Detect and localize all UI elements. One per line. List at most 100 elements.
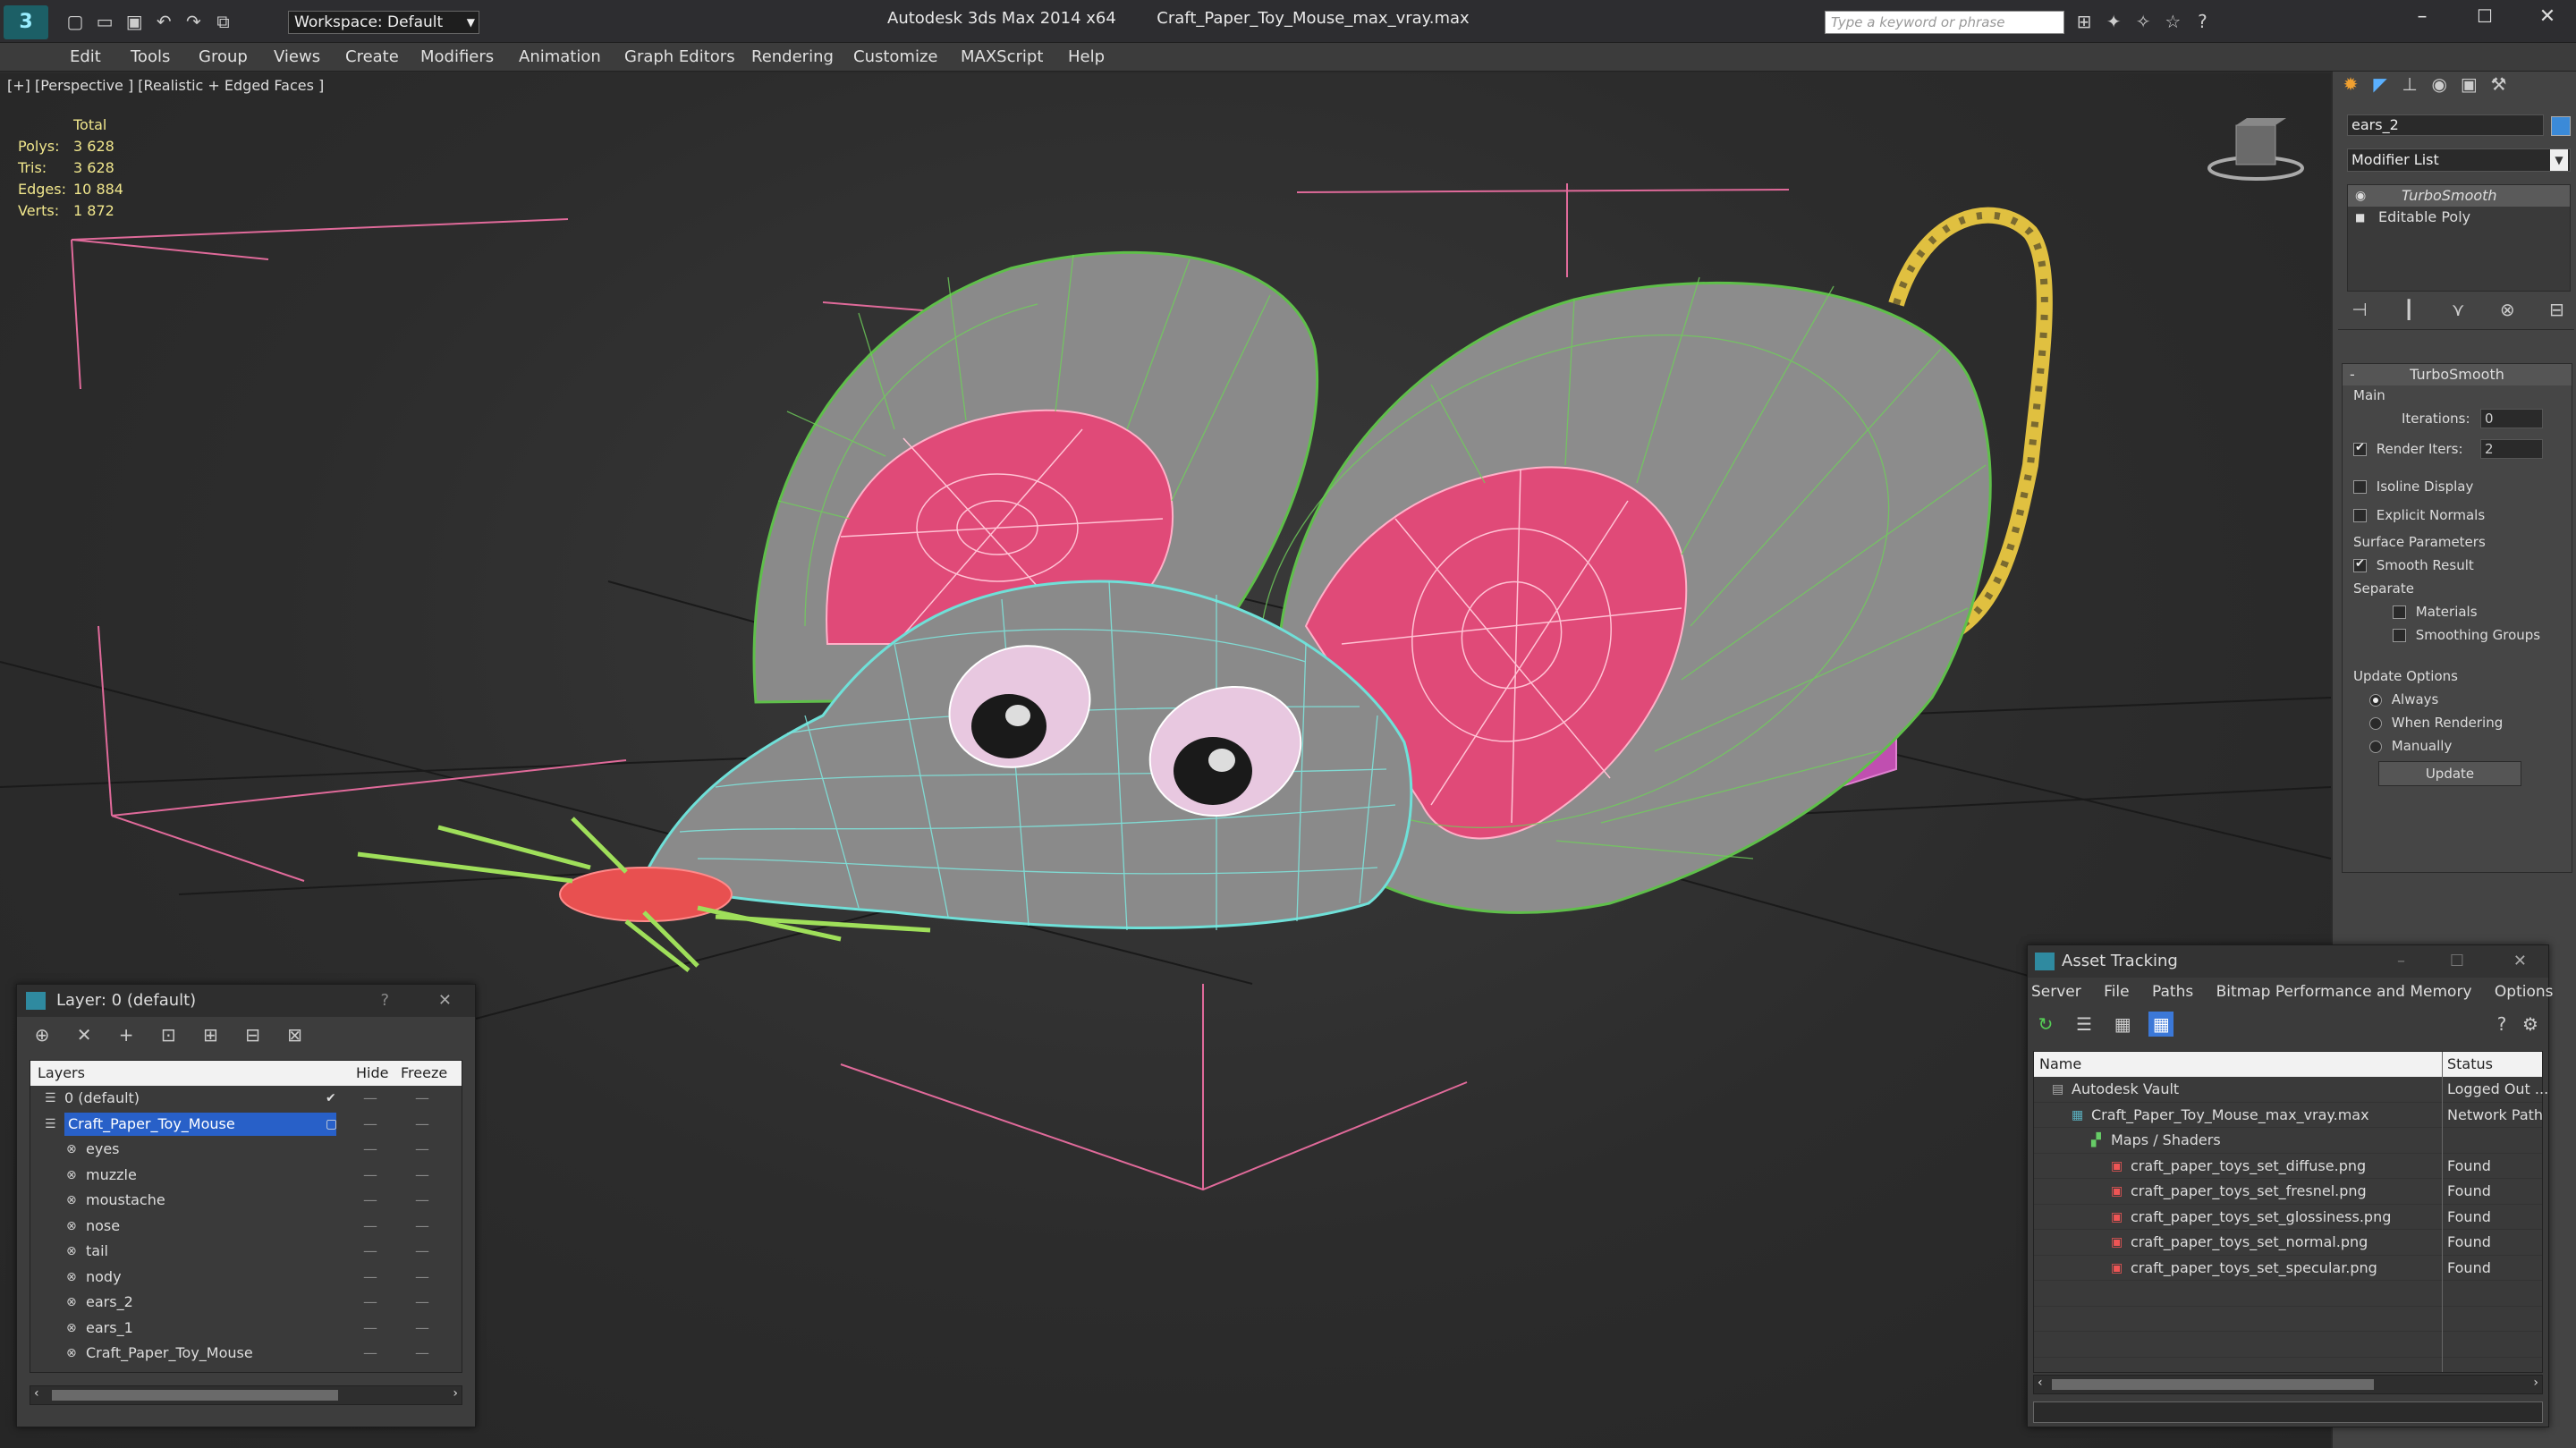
menu-graph-editors[interactable]: Graph Editors [624,43,735,72]
table-view-icon[interactable]: ▦ [2110,1012,2135,1037]
save-file-icon[interactable]: ▣ [122,9,147,34]
hide-toggle[interactable]: — [363,1239,377,1264]
close-icon[interactable]: ✕ [2513,945,2527,978]
manually-radio[interactable] [2369,740,2382,753]
explicit-normals-checkbox[interactable] [2353,509,2367,522]
maximize-button[interactable]: ☐ [2467,5,2503,34]
layer-row[interactable]: ⊗ moustache — — [30,1188,462,1214]
binoculars-icon[interactable]: ⊞ [2072,9,2097,34]
scroll-left-icon[interactable]: ‹ [2038,1376,2043,1390]
close-icon[interactable]: ✕ [438,985,452,1017]
favorites-star-icon[interactable]: ☆ [2160,9,2185,34]
asset-row[interactable]: ▞ Maps / Shaders [2034,1128,2542,1154]
layer-row[interactable]: ⊗ tail — — [30,1239,462,1265]
freeze-toggle[interactable]: — [415,1214,429,1239]
when-rendering-radio[interactable] [2369,716,2382,730]
list-view-icon[interactable]: ☰ [2072,1012,2097,1037]
freeze-toggle[interactable]: — [415,1112,429,1137]
layer-row[interactable]: ☰ Craft_Paper_Toy_Mouse ▢ — — [30,1112,462,1138]
menu-views[interactable]: Views [274,43,320,72]
hide-toggle[interactable]: — [363,1290,377,1315]
menu-animation[interactable]: Animation [519,43,601,72]
open-file-icon[interactable]: ▭ [92,9,117,34]
iterations-spinner[interactable]: 0 [2480,409,2543,428]
show-end-result-icon[interactable]: ┃ [2396,297,2421,322]
minimize-icon[interactable]: – [2397,945,2405,978]
communication-icon[interactable]: ✧ [2131,9,2156,34]
freeze-toggle[interactable]: — [415,1188,429,1213]
hide-toggle[interactable]: — [363,1265,377,1290]
freeze-toggle[interactable]: — [415,1316,429,1341]
freeze-toggle[interactable]: — [415,1290,429,1315]
search-input[interactable]: Type a keyword or phrase [1825,11,2064,34]
help-icon[interactable]: ? [2489,1012,2514,1037]
render-iters-checkbox[interactable] [2353,441,2367,456]
pin-stack-icon[interactable]: ⊣ [2347,297,2372,322]
stack-item-turbosmooth[interactable]: ◉ TurboSmooth [2348,185,2570,207]
menu-bitmap-performance[interactable]: Bitmap Performance and Memory [2216,983,2472,1001]
asset-row[interactable]: ▣ craft_paper_toys_set_normal.png Found [2034,1230,2542,1256]
make-unique-icon[interactable]: ⋎ [2445,297,2470,322]
lightbulb-icon[interactable]: ◉ [2355,185,2366,207]
motion-tab-icon[interactable]: ◉ [2427,72,2452,97]
hide-toggle[interactable]: — [363,1188,377,1213]
expand-icon[interactable]: ■ [2355,207,2365,228]
menu-maxscript[interactable]: MAXScript [961,43,1043,72]
grid-view-icon[interactable]: ▦ [2148,1012,2174,1037]
asset-row[interactable]: ▣ craft_paper_toys_set_diffuse.png Found [2034,1154,2542,1179]
object-name-field[interactable]: ears_2 [2347,114,2544,136]
create-tab-icon[interactable]: ✹ [2338,72,2363,97]
asset-row[interactable]: ▤ Autodesk Vault Logged Out ... [2034,1077,2548,1103]
dialog-titlebar[interactable]: Layer: 0 (default) ? ✕ [17,985,475,1017]
asset-path-field[interactable] [2033,1401,2543,1423]
smoothing-groups-checkbox[interactable] [2393,629,2406,642]
object-color-swatch[interactable] [2551,116,2571,136]
scroll-thumb[interactable] [2052,1379,2374,1390]
menu-tools[interactable]: Tools [131,43,170,72]
workspace-dropdown[interactable]: Workspace: Default ▼ [288,11,479,34]
horizontal-scrollbar[interactable]: ‹ › [2033,1375,2543,1394]
viewport-label[interactable]: [+] [Perspective ] [Realistic + Edged Fa… [7,77,324,94]
menu-rendering[interactable]: Rendering [751,43,834,72]
layer-row[interactable]: ⊗ eyes — — [30,1137,462,1163]
scroll-left-icon[interactable]: ‹ [34,1386,39,1401]
menu-create[interactable]: Create [345,43,399,72]
freeze-toggle[interactable]: — [415,1163,429,1188]
asset-row[interactable]: ▣ craft_paper_toys_set_fresnel.png Found [2034,1179,2542,1205]
viewcube[interactable] [2207,118,2304,181]
col-layers[interactable]: Layers [38,1061,85,1086]
menu-file[interactable]: File [2104,983,2129,1001]
scroll-right-icon[interactable]: › [2533,1376,2538,1390]
hierarchy-tab-icon[interactable]: ⊥ [2397,72,2422,97]
materials-checkbox[interactable] [2393,605,2406,619]
update-button[interactable]: Update [2378,761,2521,786]
create-layer-icon[interactable]: ⊕ [30,1022,55,1047]
hold-icon[interactable]: ⧉ [210,9,235,34]
help-button[interactable]: ? [380,985,389,1017]
col-name[interactable]: Name [2039,1052,2081,1077]
layer-row[interactable]: ⊗ Craft_Paper_Toy_Mouse — — [30,1341,462,1367]
hide-all-icon[interactable]: ⊟ [240,1022,265,1047]
isoline-checkbox[interactable] [2353,480,2367,494]
freeze-all-icon[interactable]: ⊠ [283,1022,308,1047]
app-logo-icon[interactable]: 3 [4,5,48,39]
asset-row[interactable]: ▣ craft_paper_toys_set_specular.png Found [2034,1256,2542,1281]
freeze-toggle[interactable]: — [415,1341,429,1366]
highlight-layer-icon[interactable]: ⊞ [198,1022,223,1047]
scroll-right-icon[interactable]: › [453,1386,458,1401]
menu-customize[interactable]: Customize [853,43,937,72]
scroll-thumb[interactable] [52,1390,338,1401]
layer-row[interactable]: ⊗ muzzle — — [30,1163,462,1189]
add-to-layer-icon[interactable]: + [114,1022,139,1047]
undo-icon[interactable]: ↶ [151,9,176,34]
col-freeze[interactable]: Freeze [401,1061,447,1086]
menu-group[interactable]: Group [199,43,248,72]
modifier-list-dropdown[interactable]: Modifier List ▼ [2347,148,2571,172]
freeze-toggle[interactable]: — [415,1239,429,1264]
layer-row[interactable]: ☰ 0 (default) ✔ — — [30,1086,462,1112]
hide-toggle[interactable]: — [363,1316,377,1341]
col-hide[interactable]: Hide [356,1061,388,1086]
layer-row[interactable]: ⊗ ears_1 — — [30,1316,462,1342]
hide-toggle[interactable]: — [363,1112,377,1137]
subscription-icon[interactable]: ✦ [2101,9,2126,34]
